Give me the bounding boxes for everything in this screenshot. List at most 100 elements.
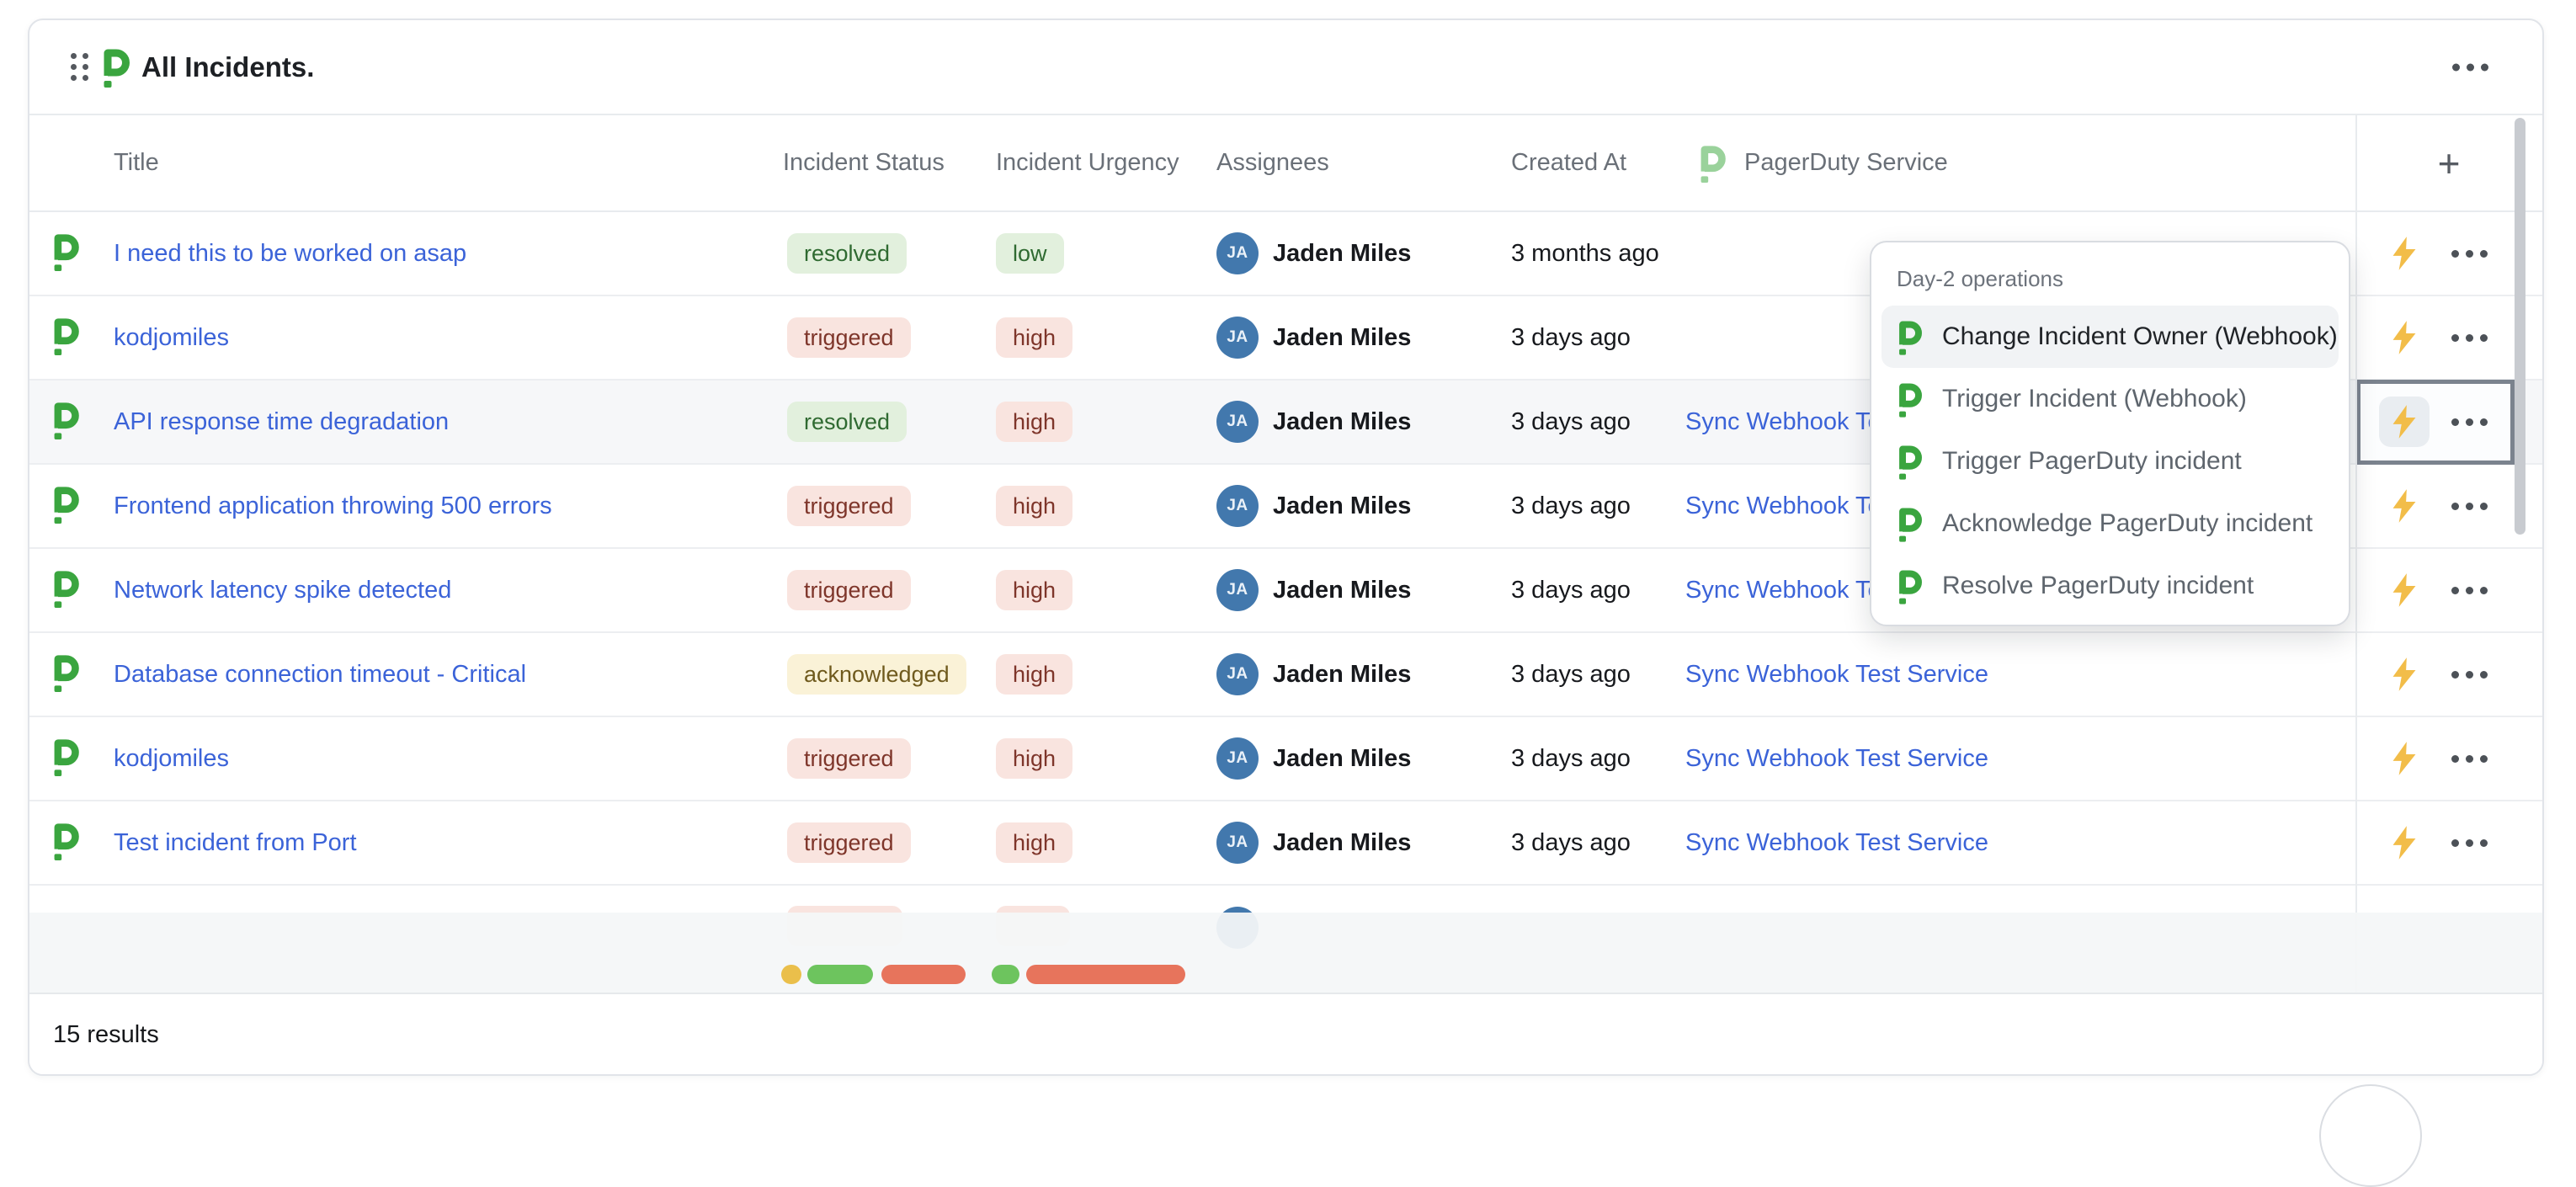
row-menu-ellipsis-icon[interactable]: [2451, 418, 2488, 426]
vertical-scrollbar-thumb[interactable]: [2515, 118, 2525, 535]
pagerduty-icon: [51, 569, 79, 608]
created-at: 3 days ago: [1511, 829, 1631, 856]
incident-title-link[interactable]: Database connection timeout - Critical: [114, 661, 526, 688]
column-header-urgency[interactable]: Incident Urgency: [996, 149, 1216, 177]
summary-pill-green: [807, 965, 873, 984]
summary-pill-red: [881, 965, 966, 984]
row-menu-ellipsis-icon[interactable]: [2451, 671, 2488, 679]
row-menu-ellipsis-icon[interactable]: [2451, 755, 2488, 763]
service-link[interactable]: Sync Webhook Test Service: [1685, 661, 1988, 688]
run-action-bolt-icon[interactable]: [2379, 481, 2430, 531]
avatar: JA: [1216, 317, 1259, 359]
summary-pill-yellow: [781, 965, 801, 984]
run-action-bolt-icon[interactable]: [2379, 228, 2430, 279]
row-menu-ellipsis-icon[interactable]: [2451, 503, 2488, 510]
status-badge: resolved: [787, 233, 907, 274]
created-at: 3 days ago: [1511, 324, 1631, 351]
row-menu-ellipsis-icon[interactable]: [2451, 839, 2488, 847]
pagerduty-logo-icon: [101, 47, 130, 88]
drag-handle-icon[interactable]: [71, 53, 88, 81]
run-action-bolt-icon[interactable]: [2379, 649, 2430, 700]
day2-operations-menu: Day-2 operations Change Incident Owner (…: [1870, 241, 2350, 626]
column-header-assignees[interactable]: Assignees: [1216, 149, 1511, 177]
column-divider: [2355, 115, 2357, 993]
menu-item-resolve-pagerduty-incident[interactable]: Resolve PagerDuty incident: [1881, 555, 2339, 617]
status-badge: triggered: [787, 822, 911, 863]
incident-title-link[interactable]: Network latency spike detected: [114, 577, 451, 604]
pagerduty-icon: [1698, 144, 1726, 183]
menu-section-label: Day-2 operations: [1897, 266, 2349, 292]
pagerduty-icon: [51, 485, 79, 524]
assignee-name: Jaden Miles: [1273, 408, 1411, 436]
pagerduty-icon: [51, 822, 79, 860]
assignee-name: Jaden Miles: [1273, 661, 1411, 689]
urgency-badge: high: [996, 486, 1072, 526]
next-widget-edge: [2319, 1084, 2422, 1187]
incident-title-link[interactable]: I need this to be worked on asap: [114, 240, 466, 267]
menu-item-trigger-pagerduty-incident[interactable]: Trigger PagerDuty incident: [1881, 430, 2339, 492]
avatar: JA: [1216, 737, 1259, 780]
avatar: JA: [1216, 822, 1259, 864]
status-badge: triggered: [787, 486, 911, 526]
assignee-name: Jaden Miles: [1273, 745, 1411, 773]
add-column-button[interactable]: +: [2438, 144, 2461, 183]
status-badge: triggered: [787, 738, 911, 779]
pagerduty-icon: [51, 401, 79, 439]
created-at: 3 days ago: [1511, 661, 1631, 688]
table-column-header-row: Title Incident Status Incident Urgency A…: [29, 115, 2542, 212]
pagerduty-icon: [51, 653, 79, 692]
menu-item-acknowledge-pagerduty-incident[interactable]: Acknowledge PagerDuty incident: [1881, 492, 2339, 555]
widget-header: All Incidents.: [29, 20, 2542, 115]
service-link[interactable]: Sync Webhook Test Service: [1685, 829, 1988, 856]
pagerduty-icon: [1897, 444, 1922, 480]
column-header-title[interactable]: Title: [114, 149, 783, 177]
pagerduty-icon: [1897, 319, 1922, 355]
pagerduty-icon: [51, 232, 79, 271]
avatar: JA: [1216, 401, 1259, 443]
assignee-name: Jaden Miles: [1273, 577, 1411, 604]
menu-item-trigger-incident[interactable]: Trigger Incident (Webhook): [1881, 368, 2339, 430]
status-badge: acknowledged: [787, 654, 966, 695]
column-header-service[interactable]: PagerDuty Service: [1685, 144, 2355, 183]
row-menu-ellipsis-icon[interactable]: [2451, 334, 2488, 342]
urgency-badge: high: [996, 317, 1072, 358]
avatar: JA: [1216, 569, 1259, 611]
status-badge: triggered: [787, 570, 911, 610]
summary-pill-red: [1026, 965, 1185, 984]
urgency-badge: high: [996, 402, 1072, 442]
incident-title-link[interactable]: API response time degradation: [114, 408, 449, 435]
pagerduty-icon: [51, 737, 79, 776]
row-menu-ellipsis-icon[interactable]: [2451, 250, 2488, 258]
incident-title-link[interactable]: Frontend application throwing 500 errors: [114, 492, 552, 519]
incident-title-link[interactable]: kodjomiles: [114, 324, 229, 351]
created-at: 3 days ago: [1511, 492, 1631, 519]
incidents-widget: All Incidents. Title Incident Status Inc…: [28, 19, 2544, 1076]
run-action-bolt-icon[interactable]: [2379, 733, 2430, 784]
row-menu-ellipsis-icon[interactable]: [2451, 587, 2488, 594]
table-row: Database connection timeout - Critical a…: [29, 633, 2542, 717]
avatar: JA: [1216, 653, 1259, 695]
run-action-bolt-icon[interactable]: [2379, 312, 2430, 363]
incident-title-link[interactable]: kodjomiles: [114, 745, 229, 772]
incident-title-link[interactable]: Test incident from Port: [114, 829, 357, 856]
pagerduty-icon: [51, 317, 79, 355]
pagerduty-icon: [1897, 506, 1922, 542]
urgency-badge: high: [996, 570, 1072, 610]
pagerduty-icon: [1897, 568, 1922, 604]
run-action-bolt-icon[interactable]: [2379, 565, 2430, 615]
status-badge: resolved: [787, 402, 907, 442]
service-link[interactable]: Sync Webhook Test Service: [1685, 745, 1988, 772]
run-action-bolt-icon[interactable]: [2379, 817, 2430, 868]
column-header-status[interactable]: Incident Status: [783, 149, 996, 177]
assignee-name: Jaden Miles: [1273, 492, 1411, 520]
column-header-created[interactable]: Created At: [1511, 149, 1685, 177]
status-badge: triggered: [787, 317, 911, 358]
menu-item-change-incident-owner[interactable]: Change Incident Owner (Webhook): [1881, 306, 2339, 368]
table-row: kodjomiles triggered high JAJaden Miles …: [29, 717, 2542, 801]
urgency-badge: low: [996, 233, 1064, 274]
run-action-bolt-icon[interactable]: [2379, 397, 2430, 447]
created-at: 3 months ago: [1511, 240, 1659, 267]
created-at: 3 days ago: [1511, 577, 1631, 604]
avatar: JA: [1216, 232, 1259, 274]
widget-menu-ellipsis-icon[interactable]: [2452, 63, 2488, 71]
